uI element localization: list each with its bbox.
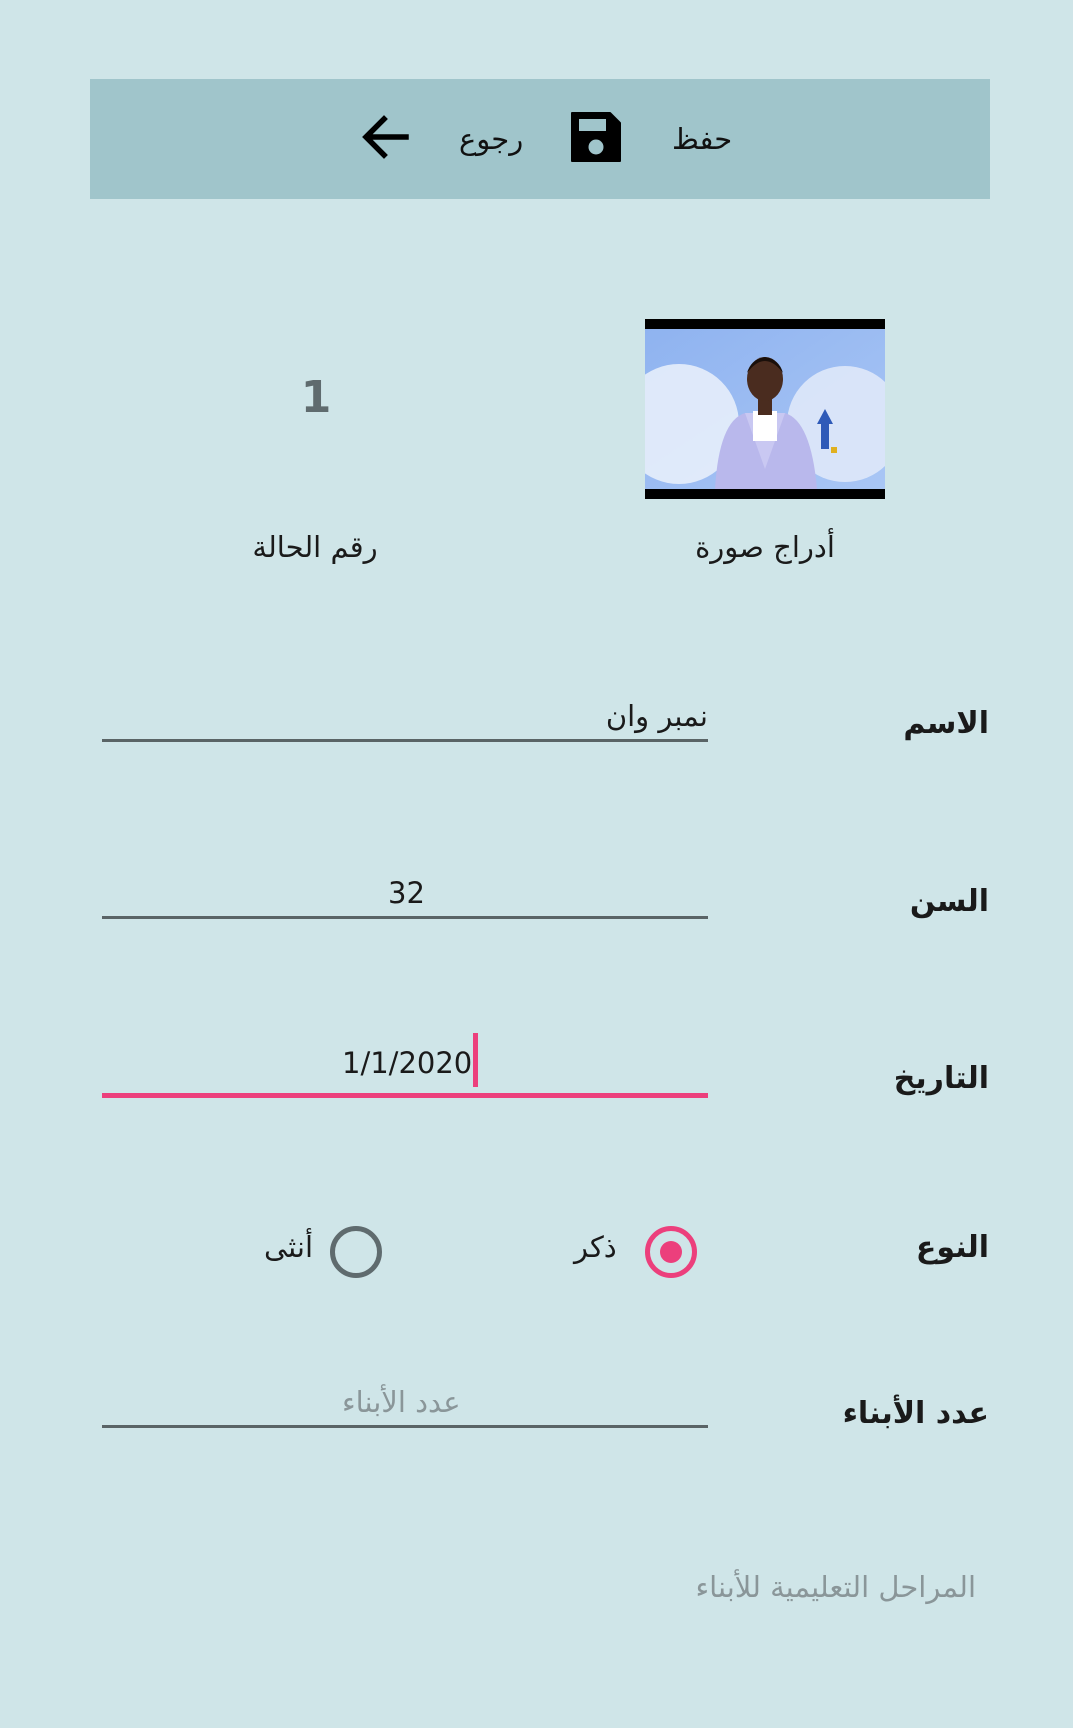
gender-female-label[interactable]: أنثى — [264, 1230, 313, 1264]
age-field[interactable]: 32 — [102, 870, 708, 919]
date-value-wrap: 1/1/2020 — [342, 1033, 479, 1087]
date-field[interactable]: 1/1/2020 — [102, 1033, 708, 1098]
back-label[interactable]: رجوع — [459, 79, 523, 199]
case-number-label: رقم الحالة — [252, 530, 378, 564]
top-toolbar: رجوع حفظ — [90, 79, 990, 199]
age-value: 32 — [388, 876, 425, 910]
photo-image — [645, 329, 885, 489]
save-button[interactable] — [568, 79, 624, 199]
insert-photo-label[interactable]: أدراج صورة — [640, 530, 890, 564]
back-button[interactable] — [358, 79, 414, 199]
name-value: نمبر وان — [605, 699, 708, 733]
floppy-disk-icon — [568, 109, 624, 169]
arrow-left-icon — [358, 109, 414, 169]
back-label-text: رجوع — [459, 122, 524, 156]
age-label: السن — [909, 884, 989, 919]
save-label-text: حفظ — [672, 122, 733, 156]
gender-female-radio[interactable] — [330, 1226, 382, 1278]
education-stages-hint: المراحل التعليمية للأبناء — [695, 1570, 976, 1604]
gender-male-label[interactable]: ذكر — [574, 1230, 617, 1264]
gender-label: النوع — [915, 1230, 989, 1265]
date-value: 1/1/2020 — [342, 1046, 473, 1080]
children-count-field[interactable]: عدد الأبناء — [102, 1379, 708, 1428]
children-count-placeholder: عدد الأبناء — [342, 1385, 461, 1419]
date-label: التاريخ — [893, 1061, 989, 1096]
text-caret — [473, 1033, 479, 1087]
name-field[interactable]: نمبر وان — [102, 693, 708, 742]
children-count-label: عدد الأبناء — [842, 1396, 989, 1431]
case-number-value: 1 — [300, 372, 332, 423]
name-label: الاسم — [903, 706, 989, 741]
gender-male-radio[interactable] — [645, 1226, 697, 1278]
save-label[interactable]: حفظ — [672, 79, 732, 199]
profile-photo[interactable] — [645, 319, 885, 499]
